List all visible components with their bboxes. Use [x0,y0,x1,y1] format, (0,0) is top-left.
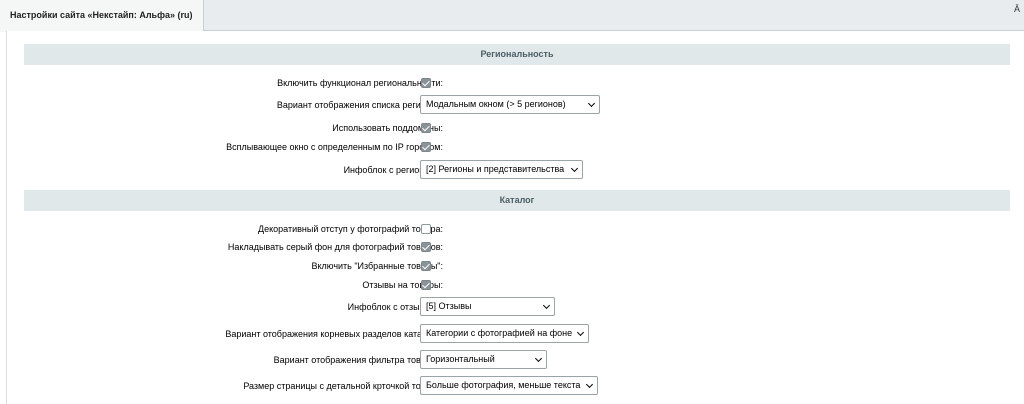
row-gray-background: Накладывать серый фон для фотографий тов… [24,237,1010,257]
select-value: Больше фотография, меньше текста [426,380,581,390]
detail-page-size-select[interactable]: Больше фотография, меньше текста [420,376,598,395]
row-decorative-padding: Декоративный отступ у фотографий товара: [24,219,1010,239]
row-reviews: Отзывы на товары: [24,275,1010,295]
root-sections-view-select[interactable]: Категории с фотографией на фоне [420,324,589,343]
filter-view-select[interactable]: Горизонтальный [420,350,547,369]
row-regions-iblock: Инфоблок с регионами: [2] Регионы и пред… [24,160,1010,180]
row-filter-view: Вариант отображения фильтра товаров: Гор… [24,350,1010,370]
gray-background-checkbox[interactable] [421,242,431,252]
select-value: [2] Регионы и представительства [426,164,565,174]
row-label: Размер страницы с детальной крточкой тов… [243,381,443,391]
section-header-regional: Региональность [24,44,1010,65]
corner-mark: Ā [1013,4,1020,14]
row-regions-list-view: Вариант отображения списка регионов: Мод… [24,95,1010,115]
section-header-catalog: Каталог [24,190,1010,211]
select-value: [5] Отзывы [426,301,472,311]
row-label: Накладывать серый фон для фотографий тов… [227,242,443,252]
row-label: Декоративный отступ у фотографий товара: [258,224,443,234]
enable-regionality-checkbox[interactable] [421,78,431,88]
row-favorites: Включить "Избранные товары": [24,256,1010,276]
favorites-checkbox[interactable] [421,261,431,271]
chevron-down-icon [587,99,596,108]
chevron-down-icon [542,301,551,310]
section-title: Каталог [499,195,535,205]
row-root-sections-view: Вариант отображения корневых разделов ка… [24,324,1010,344]
section-title: Региональность [480,49,554,59]
reviews-iblock-select[interactable]: [5] Отзывы [420,297,555,316]
row-label: Вариант отображения фильтра товаров: [273,355,443,365]
ip-city-popup-checkbox[interactable] [421,142,431,152]
top-bar: Настройки сайта «Некстайп: Альфа» (ru) Ā [0,0,1024,32]
select-value: Категории с фотографией на фоне [426,328,573,338]
decorative-padding-checkbox[interactable] [421,224,431,234]
reviews-checkbox[interactable] [421,280,431,290]
row-label: Вариант отображения корневых разделов ка… [225,329,443,339]
row-use-subdomains: Использовать поддомены: [24,118,1010,138]
chevron-down-icon [570,164,579,173]
row-label: Включить функционал региональности: [277,78,443,88]
use-subdomains-checkbox[interactable] [421,123,431,133]
regions-list-view-select[interactable]: Модальным окном (> 5 регионов) [420,95,600,114]
row-enable-regionality: Включить функционал региональности: [24,73,1010,93]
row-reviews-iblock: Инфоблок с отзывами: [5] Отзывы [24,297,1010,317]
regions-iblock-select[interactable]: [2] Регионы и представительства [420,160,583,179]
row-label: Вариант отображения списка регионов: [276,100,443,110]
select-value: Горизонтальный [426,354,495,364]
row-label: Всплывающее окно с определенным по IP го… [226,142,443,152]
row-ip-city-popup: Всплывающее окно с определенным по IP го… [24,137,1010,157]
chevron-down-icon [534,354,543,363]
row-detail-page-size: Размер страницы с детальной крточкой тов… [24,376,1010,396]
select-value: Модальным окном (> 5 регионов) [426,99,566,109]
chevron-down-icon [576,328,585,337]
tab-title: Настройки сайта «Некстайп: Альфа» (ru) [10,10,193,20]
chevron-down-icon [585,380,594,389]
tab-site-settings[interactable]: Настройки сайта «Некстайп: Альфа» (ru) [0,0,204,32]
